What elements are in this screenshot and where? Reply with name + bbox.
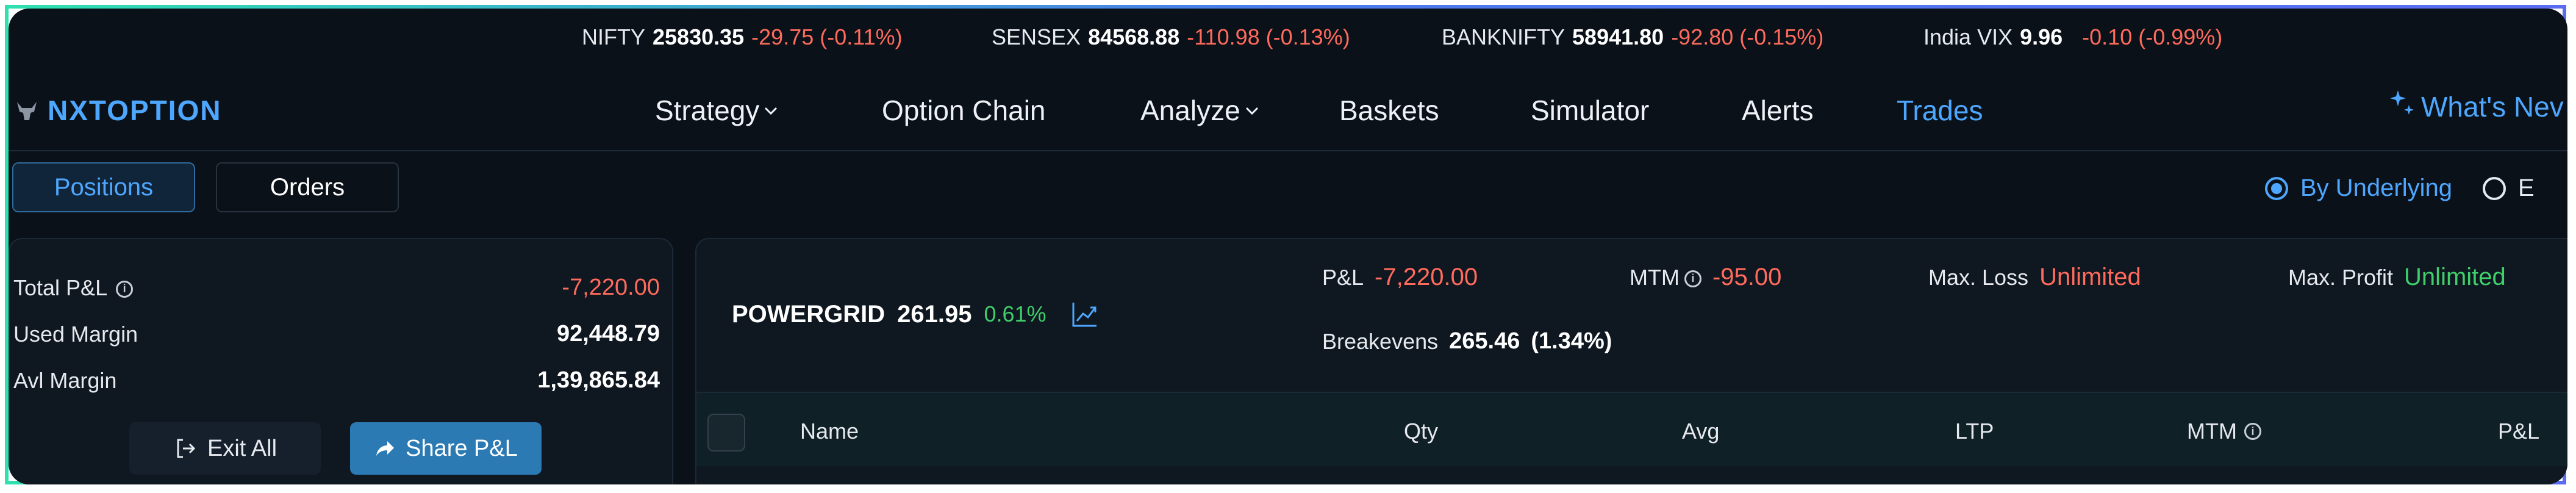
column-ltp[interactable]: LTP: [1955, 419, 1994, 444]
column-pnl[interactable]: P&L: [2498, 419, 2539, 444]
breakevens-stat: Breakevens 265.46 (1.34%): [1322, 328, 1612, 354]
total-pnl-label: Total P&L i: [13, 275, 134, 301]
select-all-checkbox[interactable]: [707, 414, 745, 452]
by-underlying-label[interactable]: By Underlying: [2300, 175, 2452, 202]
avl-margin-row: Avl Margin 1,39,865.84: [13, 367, 660, 394]
ticker-value: 9.96: [2020, 24, 2063, 49]
symbol-ltp: 261.95: [897, 300, 972, 328]
nav-divider: [9, 150, 2567, 151]
ticker-sensex[interactable]: SENSEX 84568.88 -110.98 (-0.13%): [992, 24, 1350, 50]
tab-orders[interactable]: Orders: [216, 162, 399, 212]
ticker-change: -92.80 (-0.15%): [1671, 24, 1824, 49]
nav-label: Alerts: [1742, 95, 1814, 126]
max-profit-stat: Max. Profit Unlimited: [2288, 264, 2506, 291]
max-profit-label: Max. Profit: [2288, 264, 2394, 290]
ticker-value: 25830.35: [653, 24, 745, 49]
mtm-value: -95.00: [1712, 264, 1782, 290]
nav-label: Option Chain: [882, 95, 1046, 126]
share-pnl-label: Share P&L: [406, 435, 518, 461]
used-margin-label: Used Margin: [13, 321, 138, 347]
used-margin-value: 92,448.79: [556, 321, 660, 347]
share-arrow-icon: [376, 441, 395, 456]
positions-table-header: Name Qty Avg LTP MTM i P&L: [696, 392, 2567, 466]
exit-icon: [177, 439, 196, 458]
ticker-name: India VIX: [1923, 24, 2013, 49]
alternate-view-label[interactable]: E: [2518, 175, 2535, 202]
nav-strategy[interactable]: Strategy: [655, 94, 779, 127]
ticker-name: SENSEX: [992, 24, 1081, 49]
column-avg[interactable]: Avg: [1682, 419, 1719, 444]
breakevens-value: 265.46: [1449, 328, 1520, 354]
position-symbol[interactable]: POWERGRID 261.95 0.61%: [732, 300, 1099, 328]
tab-label: Positions: [54, 173, 154, 201]
nav-label: Baskets: [1339, 95, 1439, 126]
summary-panel: Total P&L i -7,220.00 Used Margin 92,448.…: [9, 238, 673, 484]
used-margin-row: Used Margin 92,448.79: [13, 321, 660, 347]
exit-all-label: Exit All: [207, 435, 277, 461]
ticker-change: -110.98 (-0.13%): [1187, 24, 1350, 49]
tab-label: Orders: [270, 173, 345, 201]
column-name[interactable]: Name: [800, 419, 859, 444]
mtm-stat: MTM i -95.00: [1630, 264, 1781, 291]
nav-label: Analyze: [1140, 95, 1240, 126]
app-window: NIFTY 25830.35 -29.75 (-0.11%) SENSEX 84…: [9, 9, 2567, 484]
nav-baskets[interactable]: Baskets: [1339, 94, 1439, 127]
symbol-change-pct: 0.61%: [984, 301, 1046, 326]
avl-margin-value: 1,39,865.84: [537, 367, 660, 393]
tab-positions[interactable]: Positions: [12, 162, 195, 212]
ticker-value: 58941.80: [1572, 24, 1664, 49]
avl-margin-label: Avl Margin: [13, 367, 117, 393]
ticker-nifty[interactable]: NIFTY 25830.35 -29.75 (-0.11%): [582, 24, 903, 50]
brand-logo[interactable]: NXTOPTION: [15, 94, 222, 127]
chevron-down-icon: [765, 107, 778, 115]
ticker-change: -29.75 (-0.11%): [751, 24, 903, 49]
nav-label: Trades: [1897, 95, 1983, 126]
share-pnl-button[interactable]: Share P&L: [350, 422, 542, 475]
total-pnl-row: Total P&L i -7,220.00: [13, 275, 660, 301]
info-icon[interactable]: i: [116, 280, 134, 298]
max-loss-value: Unlimited: [2039, 264, 2141, 290]
chart-trend-icon[interactable]: [1071, 300, 1099, 328]
max-loss-label: Max. Loss: [1928, 264, 2029, 290]
nav-label: Strategy: [655, 95, 760, 126]
total-pnl-value: -7,220.00: [562, 275, 660, 300]
ticker-name: BANKNIFTY: [1442, 24, 1565, 49]
max-loss-stat: Max. Loss Unlimited: [1928, 264, 2141, 291]
info-icon[interactable]: i: [1684, 270, 1701, 287]
nav-alerts[interactable]: Alerts: [1742, 94, 1814, 127]
bull-logo-icon: [17, 102, 37, 120]
whats-new-label: What's Nev: [2421, 91, 2564, 123]
by-underlying-radio[interactable]: [2265, 176, 2288, 200]
nav-simulator[interactable]: Simulator: [1531, 94, 1649, 127]
breakevens-label: Breakevens: [1322, 328, 1439, 354]
column-mtm[interactable]: MTM i: [2187, 419, 2261, 444]
info-icon[interactable]: i: [2244, 423, 2261, 440]
exit-all-button[interactable]: Exit All: [129, 422, 321, 475]
whats-new-link[interactable]: What's Nev: [2389, 89, 2564, 126]
pnl-stat: P&L -7,220.00: [1322, 264, 1478, 291]
sparkle-icon: [2390, 90, 2414, 115]
ticker-value: 84568.88: [1088, 24, 1180, 49]
brand-name: NXTOPTION: [48, 95, 222, 126]
nav-option-chain[interactable]: Option Chain: [882, 94, 1046, 127]
chevron-down-icon: [1245, 107, 1258, 115]
max-profit-value: Unlimited: [2404, 264, 2506, 290]
symbol-name: POWERGRID: [732, 300, 886, 328]
ticker-change: -0.10 (-0.99%): [2082, 24, 2223, 49]
ticker-banknifty[interactable]: BANKNIFTY 58941.80 -92.80 (-0.15%): [1442, 24, 1823, 50]
mtm-label: MTM i: [1630, 265, 1701, 290]
nav-trades[interactable]: Trades: [1897, 94, 1983, 127]
column-qty[interactable]: Qty: [1404, 419, 1438, 444]
pnl-value: -7,220.00: [1375, 264, 1478, 290]
position-panel: POWERGRID 261.95 0.61% P&L -7,220.00 MTM…: [695, 238, 2567, 484]
breakevens-pct: (1.34%): [1531, 328, 1612, 354]
ticker-name: NIFTY: [582, 24, 645, 49]
nav-analyze[interactable]: Analyze: [1140, 94, 1260, 127]
alternate-view-radio[interactable]: [2483, 176, 2506, 200]
pnl-label: P&L: [1322, 264, 1364, 290]
ticker-india-vix[interactable]: India VIX 9.96 -0.10 (-0.99%): [1923, 24, 2222, 50]
nav-label: Simulator: [1531, 95, 1650, 126]
view-toggle: By Underlying E: [2265, 175, 2535, 202]
